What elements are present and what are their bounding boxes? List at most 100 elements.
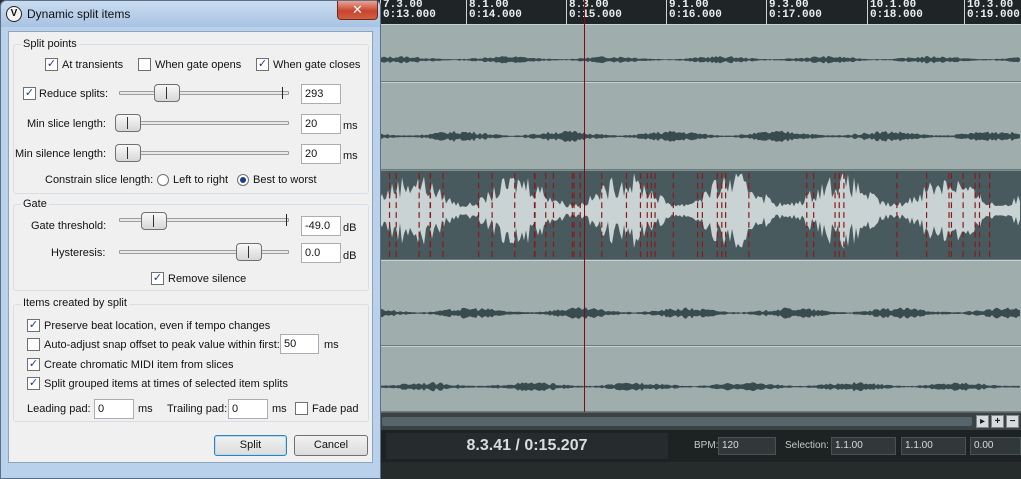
auto-adjust-snap-field[interactable]: 50 bbox=[280, 334, 319, 354]
when-gate-opens-label: When gate opens bbox=[155, 59, 242, 71]
leading-pad-label: Leading pad: bbox=[27, 403, 91, 415]
scrollbar-thumb[interactable] bbox=[382, 417, 972, 426]
media-item[interactable] bbox=[380, 82, 1021, 170]
ruler-time-label: 0:18.000 bbox=[870, 9, 923, 21]
create-midi-label: Create chromatic MIDI item from slices bbox=[44, 359, 234, 371]
min-slice-unit: ms bbox=[343, 120, 358, 132]
media-item[interactable] bbox=[380, 24, 1021, 82]
min-slice-length-label: Min slice length: bbox=[27, 118, 106, 130]
gate-threshold-label: Gate threshold: bbox=[31, 220, 107, 232]
hysteresis-slider-track[interactable] bbox=[119, 250, 289, 254]
split-button[interactable]: Split bbox=[214, 435, 287, 456]
reduce-splits-checkbox[interactable]: ✓ bbox=[23, 87, 36, 100]
selected-media-item[interactable] bbox=[380, 170, 1021, 260]
min-slice-slider-track[interactable] bbox=[119, 121, 289, 125]
gate-threshold-slider-thumb[interactable] bbox=[141, 212, 167, 230]
split-points-group-label: Split points bbox=[21, 38, 79, 50]
leading-pad-unit: ms bbox=[138, 403, 153, 415]
at-transients-checkbox[interactable]: ✓ bbox=[45, 58, 58, 71]
fade-pad-checkbox[interactable] bbox=[295, 402, 308, 415]
reduce-splits-slider-track[interactable] bbox=[119, 91, 289, 95]
waveform bbox=[380, 130, 1020, 143]
zoom-out-icon[interactable]: − bbox=[1006, 415, 1019, 428]
cancel-button[interactable]: Cancel bbox=[294, 435, 368, 456]
arrange-view[interactable]: 7.3.00 0:13.000 8.1.00 0:14.000 8.3.00 0:15… bbox=[380, 0, 1021, 479]
hysteresis-slider-thumb[interactable] bbox=[236, 243, 262, 261]
reduce-splits-slider-thumb[interactable] bbox=[154, 84, 180, 102]
ruler-time-label: 0:17.000 bbox=[769, 9, 822, 21]
left-to-right-radio[interactable] bbox=[157, 174, 169, 186]
slider-default-tick bbox=[286, 214, 287, 226]
trailing-pad-field[interactable]: 0 bbox=[228, 399, 268, 419]
trailing-pad-label: Trailing pad: bbox=[167, 403, 228, 415]
left-to-right-label: Left to right bbox=[173, 174, 229, 186]
leading-pad-field[interactable]: 0 bbox=[94, 399, 134, 419]
trailing-pad-unit: ms bbox=[272, 403, 287, 415]
zoom-in-icon[interactable]: + bbox=[991, 415, 1004, 428]
waveform-shape bbox=[380, 55, 1020, 64]
dynamic-split-dialog: V Dynamic split items ✕ Split points ✓ A… bbox=[0, 0, 381, 479]
min-silence-slider-track[interactable] bbox=[119, 151, 289, 155]
bpm-field[interactable]: 120 bbox=[718, 437, 776, 455]
auto-adjust-unit: ms bbox=[324, 339, 339, 351]
waveform bbox=[380, 55, 1020, 64]
waveform bbox=[380, 307, 1020, 319]
best-to-worst-radio[interactable] bbox=[237, 174, 249, 186]
dialog-title: Dynamic split items bbox=[27, 7, 131, 21]
gate-threshold-field[interactable]: -49.0 bbox=[301, 216, 341, 236]
bpm-label: BPM: bbox=[694, 440, 719, 451]
media-item[interactable] bbox=[380, 260, 1021, 346]
remove-silence-label: Remove silence bbox=[168, 273, 247, 285]
constrain-slice-label: Constrain slice length: bbox=[45, 174, 154, 186]
best-to-worst-label: Best to worst bbox=[253, 174, 317, 186]
ruler-mark: 10.1.00 0:18.000 bbox=[867, 0, 923, 24]
min-silence-length-field[interactable]: 20 bbox=[301, 144, 341, 164]
dialog-client-area: Split points ✓ At transients When gate o… bbox=[8, 31, 373, 463]
media-item[interactable] bbox=[380, 346, 1021, 412]
radio-dot bbox=[240, 177, 246, 183]
min-silence-unit: ms bbox=[343, 150, 358, 162]
time-display[interactable]: 8.3.41 / 0:15.207 bbox=[386, 433, 668, 459]
when-gate-opens-checkbox[interactable] bbox=[138, 58, 151, 71]
fade-pad-label: Fade pad bbox=[312, 403, 359, 415]
ruler-time-label: 0:19.000 bbox=[967, 9, 1020, 21]
waveform bbox=[380, 172, 1020, 258]
remove-silence-checkbox[interactable]: ✓ bbox=[151, 272, 164, 285]
when-gate-closes-checkbox[interactable]: ✓ bbox=[256, 58, 269, 71]
hysteresis-field[interactable]: 0.0 bbox=[301, 243, 341, 263]
waveform-shape bbox=[380, 130, 1020, 143]
ruler-time-label: 0:14.000 bbox=[469, 9, 522, 21]
auto-adjust-snap-label: Auto-adjust snap offset to peak value wi… bbox=[44, 339, 280, 351]
ruler-time-label: 0:13.000 bbox=[383, 9, 436, 21]
status-strip bbox=[380, 462, 1021, 479]
ruler-mark: 8.3.00 0:15.000 bbox=[566, 0, 622, 24]
ruler-mark: 9.1.00 0:16.000 bbox=[666, 0, 722, 24]
selection-end-field[interactable]: 1.1.00 bbox=[901, 437, 966, 455]
selection-start-field[interactable]: 1.1.00 bbox=[831, 437, 896, 455]
horizontal-scrollbar[interactable]: ▸ + − bbox=[380, 412, 1021, 430]
selection-length-field[interactable]: 0.00 bbox=[970, 437, 1021, 455]
scroll-right-icon[interactable]: ▸ bbox=[976, 415, 989, 428]
min-silence-length-label: Min silence length: bbox=[15, 148, 107, 160]
preserve-beat-label: Preserve beat location, even if tempo ch… bbox=[44, 320, 271, 332]
transport-bar: 8.3.41 / 0:15.207 BPM: 120 Selection: 1.… bbox=[380, 430, 1021, 462]
create-midi-checkbox[interactable]: ✓ bbox=[27, 358, 40, 371]
waveform-shape bbox=[380, 172, 1020, 249]
hysteresis-unit: dB bbox=[343, 250, 357, 262]
ruler-mark: 7.3.00 0:13.000 bbox=[380, 0, 436, 24]
split-grouped-checkbox[interactable]: ✓ bbox=[27, 377, 40, 390]
when-gate-closes-label: When gate closes bbox=[273, 59, 361, 71]
min-slice-length-field[interactable]: 20 bbox=[301, 114, 341, 134]
title-bar[interactable]: V Dynamic split items ✕ bbox=[1, 1, 380, 27]
close-button[interactable]: ✕ bbox=[337, 1, 378, 20]
reduce-splits-field[interactable]: 293 bbox=[301, 84, 341, 104]
min-silence-slider-thumb[interactable] bbox=[115, 144, 141, 162]
preserve-beat-checkbox[interactable]: ✓ bbox=[27, 319, 40, 332]
min-slice-slider-thumb[interactable] bbox=[115, 114, 141, 132]
auto-adjust-snap-checkbox[interactable] bbox=[27, 338, 40, 351]
split-grouped-label: Split grouped items at times of selected… bbox=[44, 378, 288, 390]
edit-cursor bbox=[584, 0, 585, 412]
gate-threshold-unit: dB bbox=[343, 222, 357, 234]
timeline-ruler[interactable]: 7.3.00 0:13.000 8.1.00 0:14.000 8.3.00 0:15… bbox=[380, 0, 1021, 24]
reaper-app-icon: V bbox=[6, 6, 22, 22]
